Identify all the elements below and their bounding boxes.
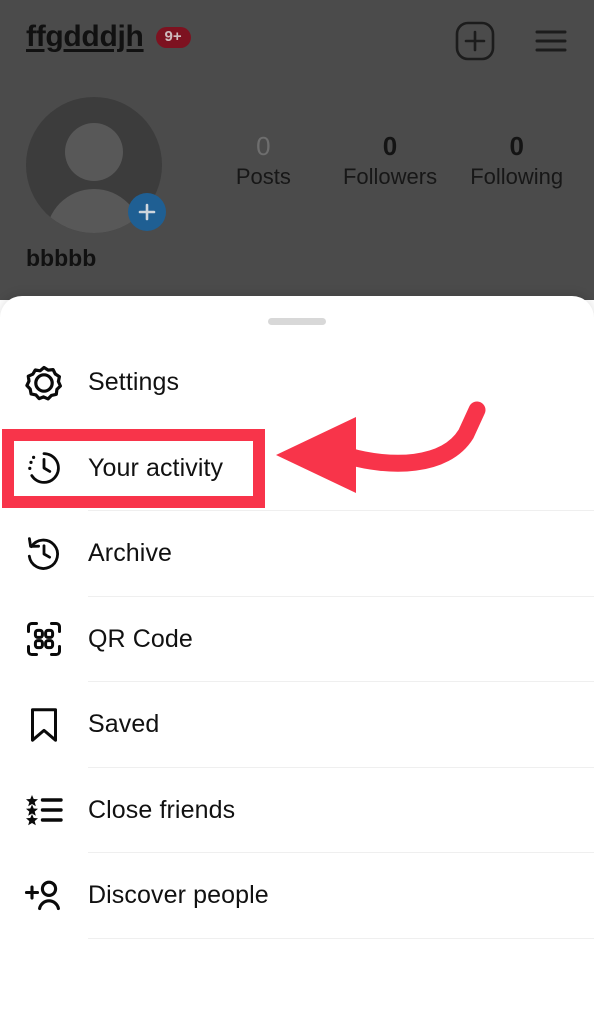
avatar[interactable] [26,97,166,233]
avatar-head [65,123,123,181]
person-add-icon [0,876,88,916]
hamburger-menu-icon[interactable] [530,20,572,62]
stat-following-value: 0 [509,131,524,161]
notification-badge: 9+ [155,26,191,48]
menu-item-your-activity-label: Your activity [88,453,224,482]
menu-item-discover-people[interactable]: Discover people [0,853,594,939]
menu-item-archive-label: Archive [88,539,173,568]
stat-posts-label: Posts [235,164,291,189]
stat-following-label: Following [470,164,564,189]
header-username: ffgdddjh [26,20,144,53]
stat-followers-value: 0 [382,131,398,161]
menu-item-saved[interactable]: Saved [0,682,594,768]
bottom-sheet-menu: Settings Your activity Archive QR Code S… [0,296,594,1024]
profile-stats: 0 Posts 0 Followers 0 Following [200,130,580,192]
menu-item-archive[interactable]: Archive [0,511,594,597]
drag-handle[interactable] [268,318,326,325]
app-header: ffgdddjh 9+ [0,0,594,80]
menu-item-qr-code[interactable]: QR Code [0,596,594,682]
gear-icon [0,363,88,403]
star-list-icon [0,790,88,830]
menu-item-close-friends[interactable]: Close friends [0,767,594,853]
row-divider [88,937,594,939]
menu-item-qr-code-label: QR Code [88,624,193,653]
profile-display-name: bbbbb [26,245,97,271]
menu-item-your-activity[interactable]: Your activity [0,425,594,511]
stat-following[interactable]: 0 Following [453,130,580,192]
instagram-profile-screen: ffgdddjh 9+ 0 Posts 0 Followers 0 Follow… [0,0,594,1024]
username-dropdown[interactable]: ffgdddjh 9+ [26,20,191,54]
archive-clock-back-icon [0,534,88,574]
bookmark-icon [0,705,88,745]
qr-code-icon [0,619,88,659]
menu-item-discover-people-label: Discover people [88,881,269,910]
stat-followers-label: Followers [342,164,438,189]
stat-followers[interactable]: 0 Followers [327,130,454,192]
header-actions [454,20,572,62]
menu-item-settings-label: Settings [88,368,180,397]
menu-item-settings[interactable]: Settings [0,340,594,426]
plus-square-icon[interactable] [454,20,496,62]
menu-item-saved-label: Saved [88,710,160,739]
menu-list: Settings Your activity Archive QR Code S… [0,340,594,939]
clock-activity-icon [0,448,88,488]
profile-background-dimmed: ffgdddjh 9+ 0 Posts 0 Followers 0 Follow… [0,0,594,300]
stat-posts-value: 0 [256,131,271,161]
menu-item-close-friends-label: Close friends [88,795,236,824]
stat-posts[interactable]: 0 Posts [200,130,327,192]
add-story-plus-icon[interactable] [128,193,166,231]
